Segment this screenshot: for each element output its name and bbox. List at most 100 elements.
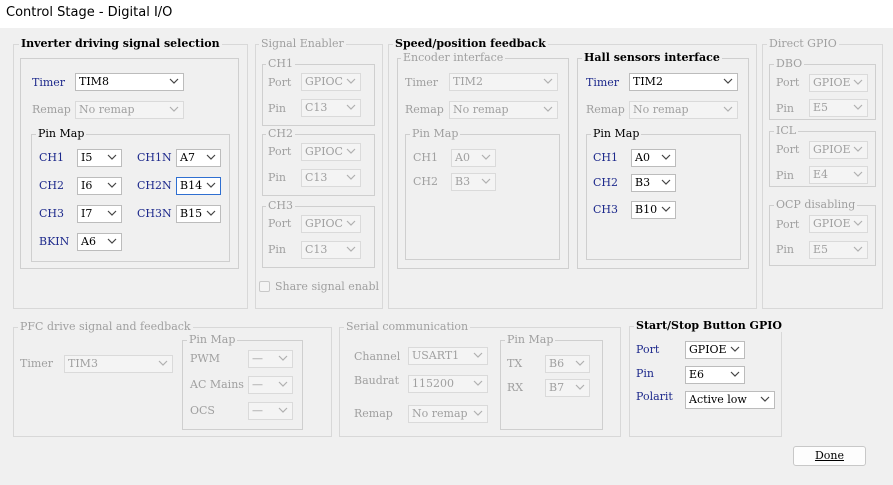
startstop-pin-select[interactable]: E6 — [685, 366, 745, 384]
chevron-down-icon — [169, 78, 179, 85]
startstop-polarity-select[interactable]: Active low — [685, 391, 775, 409]
inverter-pinmap-title: Pin Map — [36, 127, 87, 140]
inverter-timer-label: Timer — [32, 76, 66, 89]
hall-ch3-select[interactable]: B10 — [631, 201, 676, 219]
icl-title: ICL — [774, 124, 799, 137]
enabler-ch2-pin-select[interactable]: C13 — [301, 169, 361, 187]
enabler-ch3-port-select[interactable]: GPIOC — [301, 215, 361, 233]
serial-tx-label: TX — [507, 357, 523, 370]
icl-port-select[interactable]: GPIOE — [809, 141, 868, 159]
inverter-ch2n-label: CH2N — [137, 179, 172, 192]
dbo-port-select[interactable]: GPIOE — [809, 74, 868, 92]
inverter-ch3n-select[interactable]: B15 — [176, 205, 221, 223]
serial-tx-select[interactable]: B6 — [545, 355, 590, 373]
encoder-timer-label: Timer — [405, 76, 439, 89]
chevron-down-icon — [730, 371, 740, 378]
inverter-group-title: Inverter driving signal selection — [19, 37, 222, 50]
encoder-ch1-select[interactable]: A0 — [451, 149, 496, 167]
chevron-down-icon — [346, 78, 356, 85]
pfc-ocs-label: OCS — [190, 404, 215, 417]
encoder-ch1-label: CH1 — [413, 151, 439, 164]
chevron-down-icon — [853, 79, 863, 86]
startstop-port-label: Port — [636, 343, 660, 356]
enabler-ch1-title: CH1 — [266, 57, 296, 70]
enabler-ch3-pin-label: Pin — [268, 243, 287, 256]
serial-channel-select[interactable]: USART1 — [408, 347, 488, 365]
encoder-timer-select[interactable]: TIM2 — [449, 73, 558, 91]
enabler-ch1-pin-select[interactable]: C13 — [301, 99, 361, 117]
chevron-down-icon — [346, 104, 356, 111]
title-bar: Control Stage - Digital I/O — [0, 0, 893, 28]
hall-remap-select[interactable]: No remap — [629, 101, 738, 119]
serial-channel-label: Channel — [354, 350, 401, 363]
serial-remap-select[interactable]: No remap — [408, 405, 488, 423]
enabler-ch3-pin-select[interactable]: C13 — [301, 241, 361, 259]
hall-ch2-select[interactable]: B3 — [631, 174, 676, 192]
chevron-down-icon — [473, 380, 483, 387]
inverter-timer-select[interactable]: TIM8 — [75, 73, 184, 91]
hall-ch1-select[interactable]: A0 — [631, 149, 676, 167]
chevron-down-icon — [481, 178, 491, 185]
pfc-ocs-select[interactable]: — — [248, 402, 293, 420]
dbo-port-label: Port — [776, 76, 800, 89]
encoder-remap-select[interactable]: No remap — [449, 101, 558, 119]
encoder-remap-label: Remap — [405, 103, 444, 116]
pfc-title: PFC drive signal and feedback — [18, 320, 193, 333]
chevron-down-icon — [278, 355, 288, 362]
chevron-down-icon — [543, 78, 553, 85]
startstop-port-select[interactable]: GPIOE — [685, 341, 745, 359]
dbo-pin-select[interactable]: E5 — [809, 99, 868, 117]
ocp-port-select[interactable]: GPIOE — [809, 215, 868, 233]
inverter-ch1n-label: CH1N — [137, 151, 172, 164]
inverter-ch1-label: CH1 — [39, 151, 65, 164]
chevron-down-icon — [473, 410, 483, 417]
chevron-down-icon — [278, 381, 288, 388]
inverter-bkin-select[interactable]: A6 — [77, 233, 122, 251]
startstop-title: Start/Stop Button GPIO — [634, 319, 784, 332]
chevron-down-icon — [730, 346, 740, 353]
icl-pin-select[interactable]: E4 — [809, 166, 868, 184]
pfc-timer-select[interactable]: TIM3 — [64, 355, 173, 373]
chevron-down-icon — [346, 174, 356, 181]
enabler-ch3-title: CH3 — [266, 199, 296, 212]
hall-pinmap-title: Pin Map — [591, 127, 642, 140]
inverter-ch3-select[interactable]: I7 — [77, 205, 122, 223]
pfc-acmains-select[interactable]: — — [248, 376, 293, 394]
serial-rx-select[interactable]: B7 — [545, 379, 590, 397]
pfc-acmains-label: AC Mains — [190, 378, 244, 391]
chevron-down-icon — [206, 210, 216, 217]
enabler-ch2-port-select[interactable]: GPIOC — [301, 143, 361, 161]
inverter-ch1n-select[interactable]: A7 — [176, 149, 221, 167]
done-button[interactable]: Done — [793, 446, 866, 466]
encoder-title: Encoder interface — [401, 51, 506, 64]
serial-remap-label: Remap — [354, 407, 393, 420]
chevron-down-icon — [661, 179, 671, 186]
serial-baudrate-select[interactable]: 115200 — [408, 375, 488, 393]
hall-ch3-label: CH3 — [593, 203, 619, 216]
chevron-down-icon — [107, 182, 117, 189]
pfc-pinmap-title: Pin Map — [187, 333, 238, 346]
inverter-ch3-label: CH3 — [39, 207, 65, 220]
serial-pinmap-title: Pin Map — [505, 333, 556, 346]
chevron-down-icon — [278, 407, 288, 414]
share-signal-enable-checkbox[interactable] — [259, 281, 270, 292]
serial-rx-label: RX — [507, 381, 524, 394]
icl-port-label: Port — [776, 143, 800, 156]
pfc-pwm-label: PWM — [190, 352, 220, 365]
encoder-ch2-select[interactable]: B3 — [451, 173, 496, 191]
inverter-ch2n-select[interactable]: B14 — [176, 177, 221, 195]
chevron-down-icon — [473, 352, 483, 359]
direct-gpio-title: Direct GPIO — [767, 37, 839, 50]
enabler-ch1-port-select[interactable]: GPIOC — [301, 73, 361, 91]
ocp-pin-label: Pin — [776, 243, 795, 256]
hall-ch1-label: CH1 — [593, 151, 619, 164]
inverter-ch2-label: CH2 — [39, 179, 65, 192]
hall-timer-select[interactable]: TIM2 — [629, 73, 738, 91]
enabler-ch2-title: CH2 — [266, 127, 296, 140]
ocp-pin-select[interactable]: E5 — [809, 241, 868, 259]
inverter-remap-select[interactable]: No remap — [75, 101, 184, 119]
pfc-pwm-select[interactable]: — — [248, 350, 293, 368]
dbo-title: DBO — [774, 57, 805, 70]
inverter-ch2-select[interactable]: I6 — [77, 177, 122, 195]
inverter-ch1-select[interactable]: I5 — [77, 149, 122, 167]
